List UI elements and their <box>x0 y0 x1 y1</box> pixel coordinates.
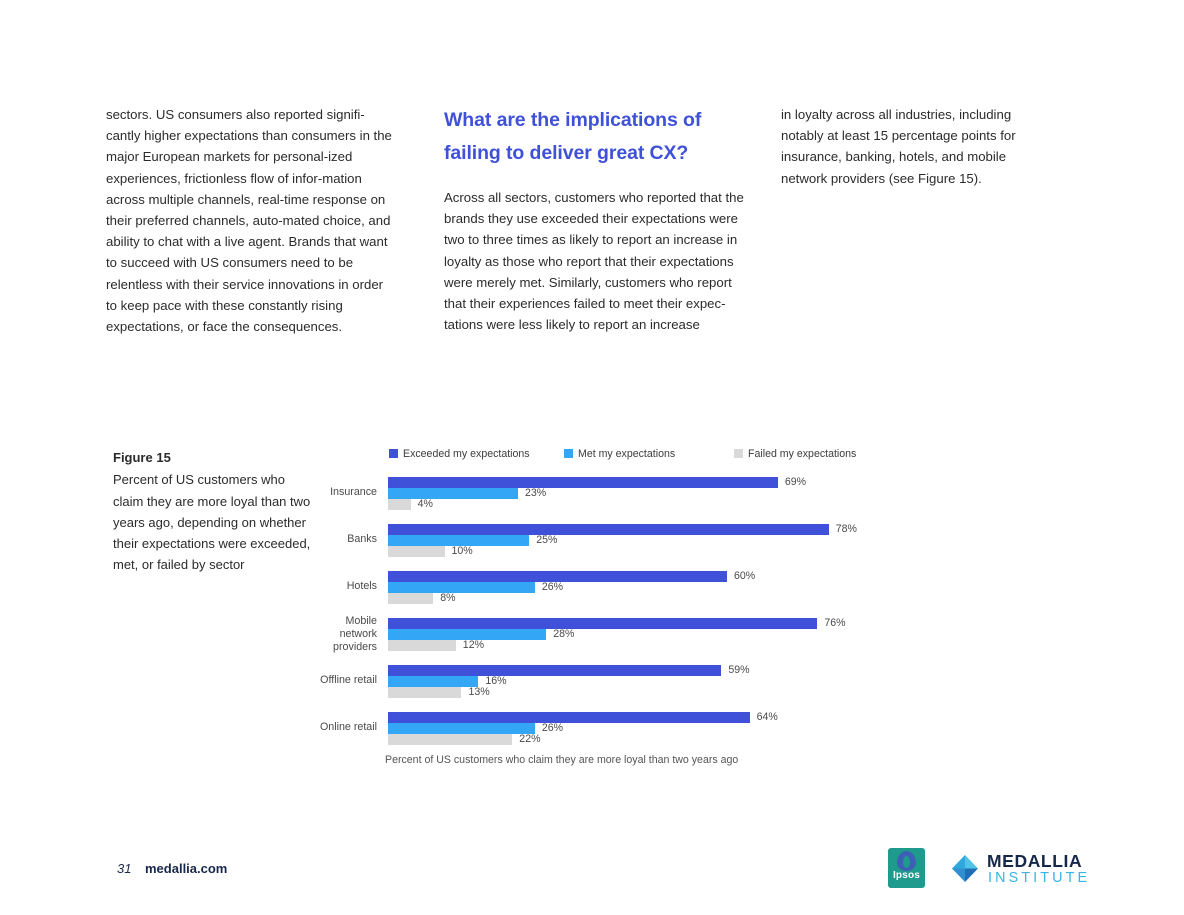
chart-group-2: Hotels 60% 26% 8% <box>300 570 1060 604</box>
bar-value-label: 12% <box>462 639 484 651</box>
bar-2[interactable] <box>388 593 434 604</box>
bar-1[interactable] <box>388 676 479 687</box>
footer-site-link[interactable]: medallia.com <box>145 861 227 876</box>
bar-row: 78% <box>388 523 1060 535</box>
bar-1[interactable] <box>388 488 518 499</box>
middle-text-column: What are the implications of failing to … <box>444 104 744 335</box>
legend-label: Exceeded my expectations <box>403 448 530 460</box>
bar-row: 69% <box>388 476 1060 488</box>
legend-swatch-icon <box>389 449 398 458</box>
bar-value-label: 60% <box>734 570 756 582</box>
bar-value-label: 26% <box>541 722 564 734</box>
bar-2[interactable] <box>388 687 462 698</box>
medallia-wordmark: MEDALLIA <box>987 851 1083 871</box>
chart-axis-caption: Percent of US customers who claim they a… <box>385 754 739 766</box>
bar-value-label: 4% <box>417 498 433 510</box>
bar-row: 12% <box>388 639 1060 651</box>
ipsos-mark-notch-icon <box>903 856 910 868</box>
medallia-institute-subtitle: INSTITUTE <box>988 870 1091 886</box>
bar-1[interactable] <box>388 723 535 734</box>
legend-swatch-icon <box>564 449 573 458</box>
bar-value-label: 78% <box>835 523 857 535</box>
bar-value-label: 69% <box>784 476 807 488</box>
bar-group: 78% 25% 10% <box>388 523 1060 557</box>
bar-2[interactable] <box>388 546 445 557</box>
medallia-diamond-icon <box>952 855 978 882</box>
page-number: 31 <box>117 861 132 876</box>
bar-group: 60% 26% 8% <box>388 570 1060 604</box>
chart-group-5: Online retail 64% 26% 22% <box>300 711 1060 745</box>
bar-value-label: 76% <box>824 617 846 629</box>
bar-row: 8% <box>388 592 1060 604</box>
bar-0[interactable] <box>388 712 750 723</box>
bar-0[interactable] <box>388 618 818 629</box>
legend-label: Met my expectations <box>578 448 676 460</box>
chart-group-0: Insurance 69% 23% 4% <box>300 476 1060 510</box>
medallia-institute-logo: MEDALLIA INSTITUTE <box>951 849 1087 888</box>
bar-2[interactable] <box>388 499 411 510</box>
bar-row: 60% <box>388 570 1060 582</box>
bar-row: 13% <box>388 686 1060 698</box>
bar-value-label: 28% <box>553 628 575 640</box>
right-paragraph: in loyalty across all industries, includ… <box>781 107 1016 186</box>
figure-title: Figure 15 <box>113 450 171 465</box>
bar-1[interactable] <box>388 582 535 593</box>
category-label-0: Insurance <box>330 486 377 498</box>
chart-group-1: Banks 78% 25% 10% <box>300 523 1060 557</box>
bar-group: 76% 28% 12% <box>388 617 1060 651</box>
bar-row: 28% <box>388 628 1060 640</box>
bar-0[interactable] <box>388 477 778 488</box>
bar-value-label: 13% <box>468 686 490 698</box>
bar-value-label: 25% <box>536 534 558 546</box>
ipsos-logo-text: Ipsos <box>892 870 921 881</box>
bar-value-label: 59% <box>728 664 750 676</box>
ipsos-logo: Ipsos <box>888 848 925 888</box>
legend-item-0[interactable]: Exceeded my expectations <box>389 448 530 461</box>
bar-2[interactable] <box>388 734 513 745</box>
chart-group-4: Offline retail 59% 16% 13% <box>300 664 1060 698</box>
figure-15-chart: Exceeded my expectations Met my expectati… <box>300 446 1060 771</box>
bar-row: 64% <box>388 711 1060 723</box>
bar-2[interactable] <box>388 640 456 651</box>
bar-row: 23% <box>388 487 1060 499</box>
bar-0[interactable] <box>388 524 829 535</box>
bar-group: 59% 16% 13% <box>388 664 1060 698</box>
bar-value-label: 23% <box>524 487 547 499</box>
bar-value-label: 22% <box>519 733 541 745</box>
category-label-3: Mobile network providers <box>333 615 377 654</box>
bar-row: 26% <box>388 581 1060 593</box>
legend-item-2[interactable]: Failed my expectations <box>734 448 856 461</box>
bar-row: 4% <box>388 498 1060 510</box>
category-label-2: Hotels <box>346 580 377 592</box>
chart-plot-area: Insurance 69% 23% 4% Banks 78% 25% 10% Hotels 60%… <box>300 471 1060 746</box>
bar-value-label: 10% <box>451 545 473 557</box>
bar-row: 10% <box>388 545 1060 557</box>
right-text-column: in loyalty across all industries, includ… <box>781 104 1046 189</box>
bar-value-label: 64% <box>756 711 778 723</box>
legend-label: Failed my expectations <box>748 448 857 460</box>
bar-group: 69% 23% 4% <box>388 476 1060 510</box>
category-label-1: Banks <box>347 533 377 545</box>
bar-row: 76% <box>388 617 1060 629</box>
category-label-4: Offline retail <box>320 674 377 686</box>
category-label-5: Online retail <box>319 721 377 733</box>
bar-row: 26% <box>388 722 1060 734</box>
bar-value-label: 26% <box>541 581 564 593</box>
bar-0[interactable] <box>388 665 722 676</box>
bar-group: 64% 26% 22% <box>388 711 1060 745</box>
left-paragraph: sectors. US consumers also reported sign… <box>106 107 392 335</box>
figure-caption-block: Figure 15 Percent of US customers who cl… <box>113 447 313 576</box>
bar-row: 22% <box>388 733 1060 745</box>
section-heading: What are the implications of failing to … <box>444 109 702 164</box>
bar-value-label: 8% <box>440 592 456 604</box>
left-text-column: sectors. US consumers also reported sign… <box>106 104 394 337</box>
bar-row: 25% <box>388 534 1060 546</box>
legend-swatch-icon <box>734 449 743 458</box>
middle-paragraph: Across all sectors, customers who report… <box>444 190 744 333</box>
legend-item-1[interactable]: Met my expectations <box>564 448 675 461</box>
chart-group-3: Mobile network providers 76% 28% 12% <box>300 615 1060 653</box>
